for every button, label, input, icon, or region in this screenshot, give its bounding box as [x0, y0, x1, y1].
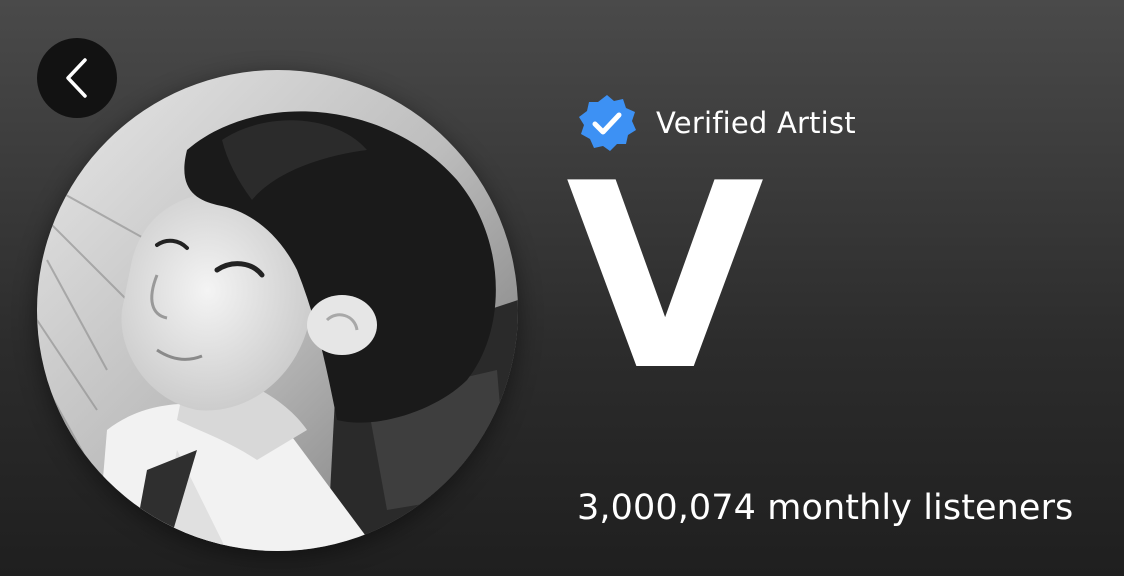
- artist-name: V: [566, 129, 764, 427]
- back-button[interactable]: [37, 38, 117, 118]
- artist-photo: [37, 70, 518, 551]
- chevron-left-icon: [62, 56, 92, 100]
- monthly-listeners: 3,000,074 monthly listeners: [577, 488, 1074, 528]
- artist-avatar: [37, 70, 518, 551]
